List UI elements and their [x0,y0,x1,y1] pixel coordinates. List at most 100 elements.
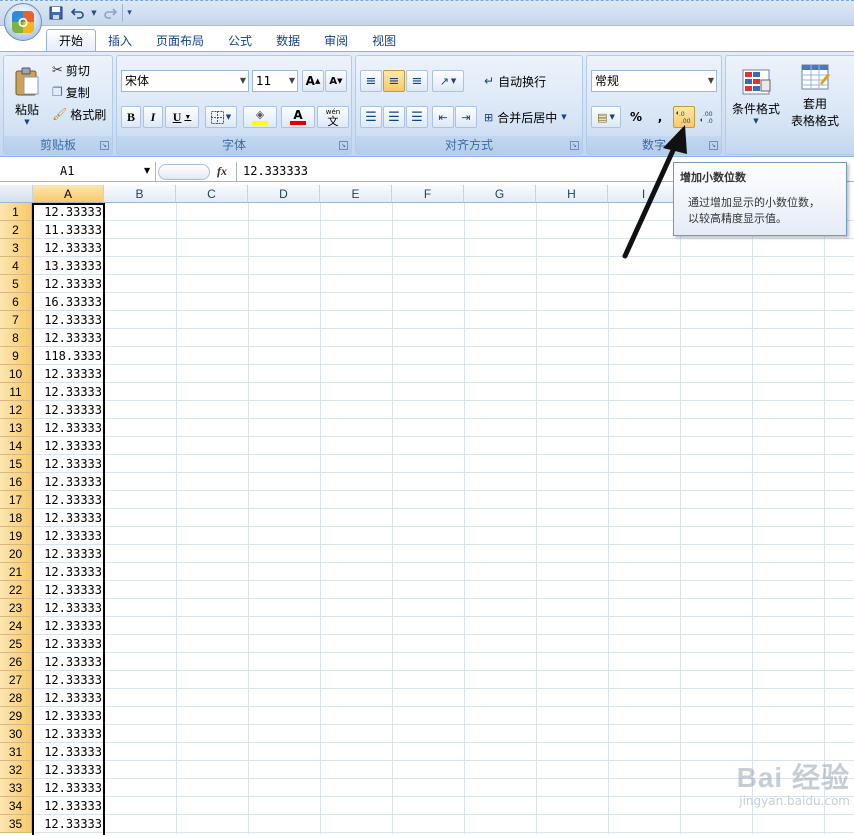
row-header[interactable]: 22 [0,581,32,599]
font-launcher-icon[interactable]: ↘ [339,141,348,150]
redo-icon[interactable] [100,4,120,22]
cut-button[interactable]: ✂ 剪切 [52,60,90,80]
cell-a[interactable]: 12.33333 [34,581,104,599]
underline-button[interactable]: U ▼ [165,106,199,128]
cell-a[interactable]: 12.33333 [34,761,104,779]
worksheet-grid[interactable]: ABCDEFGHI 1 12.33333 2 11.33333 3 12.33333 4 13… [0,185,854,835]
undo-dropdown-icon[interactable]: ▼ [90,4,98,22]
row-header[interactable]: 33 [0,779,32,797]
shrink-font-button[interactable]: A ▼ [325,70,347,92]
cell-a[interactable]: 13.33333 [34,257,104,275]
align-right-button[interactable]: ☰ [406,106,428,128]
row-header[interactable]: 28 [0,689,32,707]
alignment-launcher-icon[interactable]: ↘ [570,141,579,150]
row-header[interactable]: 23 [0,599,32,617]
column-header-d[interactable]: D [248,185,320,203]
row-header[interactable]: 1 [0,203,32,221]
paste-button[interactable]: 粘贴 ▼ [8,60,46,132]
row-header[interactable]: 21 [0,563,32,581]
format-painter-button[interactable]: 🖌 格式刷 [52,104,106,124]
tab-review[interactable]: 审阅 [312,29,360,51]
cell-a[interactable]: 12.33333 [34,545,104,563]
font-size-combo[interactable]: 11 ▼ [252,70,298,92]
cell-a[interactable]: 12.33333 [34,473,104,491]
cell-a[interactable]: 12.33333 [34,815,104,833]
column-header-g[interactable]: G [464,185,536,203]
cell-a[interactable]: 12.33333 [34,275,104,293]
orientation-button[interactable]: ↗ ▼ [432,70,464,92]
cell-a[interactable]: 16.33333 [34,293,104,311]
number-launcher-icon[interactable]: ↘ [709,141,718,150]
cell-a[interactable]: 12.33333 [34,779,104,797]
phonetic-button[interactable]: wén 文 [317,106,349,128]
row-header[interactable]: 20 [0,545,32,563]
row-header[interactable]: 13 [0,419,32,437]
merge-center-button[interactable]: ⊞ 合并后居中 ▼ [484,106,567,128]
row-header[interactable]: 9 [0,347,32,365]
row-header[interactable]: 5 [0,275,32,293]
row-header[interactable]: 17 [0,491,32,509]
row-header[interactable]: 12 [0,401,32,419]
cell-a[interactable]: 12.33333 [34,437,104,455]
row-header[interactable]: 35 [0,815,32,833]
column-header-f[interactable]: F [392,185,464,203]
select-all-corner[interactable] [0,185,33,203]
clipboard-launcher-icon[interactable]: ↘ [100,141,109,150]
row-header[interactable]: 18 [0,509,32,527]
row-header[interactable]: 25 [0,635,32,653]
row-header[interactable]: 24 [0,617,32,635]
cell-a[interactable]: 12.33333 [34,743,104,761]
row-header[interactable]: 27 [0,671,32,689]
cell-a[interactable]: 12.33333 [34,365,104,383]
row-header[interactable]: 4 [0,257,32,275]
align-center-button[interactable]: ☰ [383,106,405,128]
row-header[interactable]: 3 [0,239,32,257]
row-header[interactable]: 2 [0,221,32,239]
row-header[interactable]: 16 [0,473,32,491]
format-as-table-button[interactable]: 套用 表格格式 [786,60,844,132]
grow-font-button[interactable]: A ▲ [302,70,324,92]
fx-icon[interactable]: fx [217,164,227,179]
cell-a[interactable]: 12.33333 [34,617,104,635]
cell-a[interactable]: 12.33333 [34,419,104,437]
fill-color-button[interactable]: ◈ [243,106,277,128]
conditional-format-button[interactable]: 条件格式 ▼ [728,60,784,132]
decrease-indent-button[interactable]: ⇤ [432,106,454,128]
row-header[interactable]: 19 [0,527,32,545]
cell-a[interactable]: 12.33333 [34,203,104,221]
cell-a[interactable]: 12.33333 [34,239,104,257]
office-button[interactable]: O [4,3,42,41]
cell-a[interactable]: 12.33333 [34,599,104,617]
row-header[interactable]: 32 [0,761,32,779]
column-header-c[interactable]: C [176,185,248,203]
cell-a[interactable]: 12.33333 [34,491,104,509]
cell-a[interactable]: 11.33333 [34,221,104,239]
cell-a[interactable]: 118.3333 [34,347,104,365]
cell-a[interactable]: 12.33333 [34,635,104,653]
decrease-decimal-button[interactable]: .00.0 [697,106,719,128]
borders-button[interactable]: ▼ [205,106,237,128]
font-color-button[interactable]: A [281,106,315,128]
align-left-button[interactable]: ☰ [360,106,382,128]
row-header[interactable]: 11 [0,383,32,401]
cell-a[interactable]: 12.33333 [34,401,104,419]
cell-a[interactable]: 12.33333 [34,671,104,689]
row-header[interactable]: 10 [0,365,32,383]
cell-a[interactable]: 12.33333 [34,509,104,527]
cell-a[interactable]: 12.33333 [34,527,104,545]
tab-page-layout[interactable]: 页面布局 [144,29,216,51]
cell-a[interactable]: 12.33333 [34,797,104,815]
tab-formulas[interactable]: 公式 [216,29,264,51]
row-header[interactable]: 8 [0,329,32,347]
font-name-combo[interactable]: 宋体 ▼ [121,70,249,92]
cell-a[interactable]: 12.33333 [34,707,104,725]
row-header[interactable]: 7 [0,311,32,329]
row-header[interactable]: 31 [0,743,32,761]
column-header-h[interactable]: H [536,185,608,203]
column-header-e[interactable]: E [320,185,392,203]
copy-button[interactable]: ❐ 复制 [52,82,90,102]
bold-button[interactable]: B [121,106,141,128]
row-header[interactable]: 15 [0,455,32,473]
cell-a[interactable]: 12.33333 [34,455,104,473]
row-header[interactable]: 6 [0,293,32,311]
